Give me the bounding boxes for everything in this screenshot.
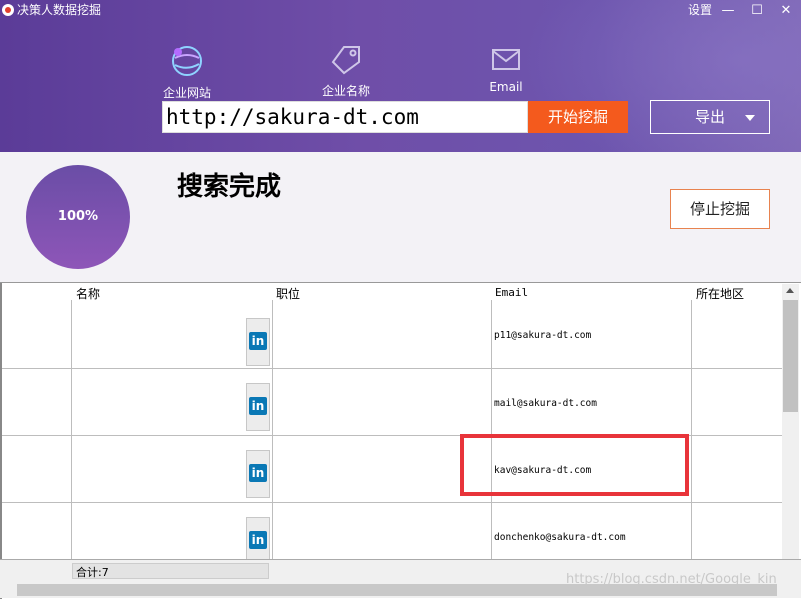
titlebar: 决策人数据挖掘 设置 — ☐ ✕ [0, 0, 801, 22]
app-title: 决策人数据挖掘 [17, 3, 102, 17]
cell-divider [491, 502, 492, 560]
nav-item-website[interactable]: 企业网站 [158, 44, 216, 101]
tag-icon [331, 46, 360, 75]
scroll-up-icon[interactable] [786, 288, 794, 293]
scrollbar-thumb[interactable] [783, 300, 798, 412]
cell-divider [272, 435, 273, 502]
cell-divider [691, 502, 692, 560]
total-count: 合计:7 [76, 566, 109, 579]
cell-divider [272, 300, 273, 368]
start-mining-button[interactable]: 开始挖掘 [528, 101, 628, 133]
column-header-email[interactable]: Email [495, 286, 528, 299]
app-logo-icon [2, 4, 14, 16]
cell-divider [71, 368, 72, 435]
nav-label-email: Email [489, 80, 523, 94]
status-panel: 100% 搜索完成 停止挖掘 [0, 152, 801, 282]
table-row[interactable]: in donchenko@sakura-dt.com [2, 502, 782, 560]
stop-mining-button[interactable]: 停止挖掘 [670, 189, 770, 229]
linkedin-button[interactable]: in [246, 318, 270, 366]
nav-item-company[interactable]: 企业名称 [318, 44, 374, 99]
vertical-scrollbar[interactable] [782, 284, 799, 559]
table-row[interactable]: in mail@sakura-dt.com [2, 368, 782, 436]
cell-divider [691, 300, 692, 368]
table-row[interactable]: in p11@sakura-dt.com [2, 300, 782, 369]
url-input[interactable] [162, 101, 528, 133]
progress-circle: 100% [26, 165, 130, 269]
globe-icon [172, 46, 202, 76]
chevron-down-icon [745, 115, 755, 121]
status-message: 搜索完成 [177, 172, 282, 202]
email-cell: p11@sakura-dt.com [494, 330, 592, 341]
linkedin-icon: in [249, 464, 267, 482]
linkedin-button[interactable]: in [246, 517, 270, 560]
watermark: https://blog.csdn.net/Google_kin [566, 572, 777, 587]
cell-divider [272, 368, 273, 435]
email-cell: donchenko@sakura-dt.com [494, 532, 626, 543]
settings-link[interactable]: 设置 [688, 2, 712, 18]
cell-divider [491, 368, 492, 435]
export-dropdown[interactable]: 导出 [650, 100, 770, 134]
cell-divider [491, 300, 492, 368]
nav-item-email[interactable]: Email [482, 44, 530, 94]
header-banner: 决策人数据挖掘 设置 — ☐ ✕ 企业网站 企业名称 Email 开始挖掘 导出 [0, 0, 801, 152]
cell-divider [691, 435, 692, 502]
email-cell: mail@sakura-dt.com [494, 398, 597, 409]
linkedin-button[interactable]: in [246, 450, 270, 498]
cell-divider [71, 435, 72, 502]
linkedin-button[interactable]: in [246, 383, 270, 431]
close-icon[interactable]: ✕ [777, 2, 795, 20]
cell-divider [71, 300, 72, 368]
cell-divider [272, 502, 273, 560]
minimize-icon[interactable]: — [719, 2, 737, 20]
nav-label-company: 企业名称 [321, 84, 370, 98]
mail-icon [492, 49, 520, 70]
nav-label-website: 企业网站 [162, 86, 211, 100]
cell-divider [691, 368, 692, 435]
linkedin-icon: in [249, 531, 267, 549]
maximize-icon[interactable]: ☐ [748, 2, 766, 20]
linkedin-icon: in [249, 332, 267, 350]
cell-divider [71, 502, 72, 560]
linkedin-icon: in [249, 397, 267, 415]
highlight-box [460, 434, 689, 496]
export-label: 导出 [695, 108, 726, 126]
